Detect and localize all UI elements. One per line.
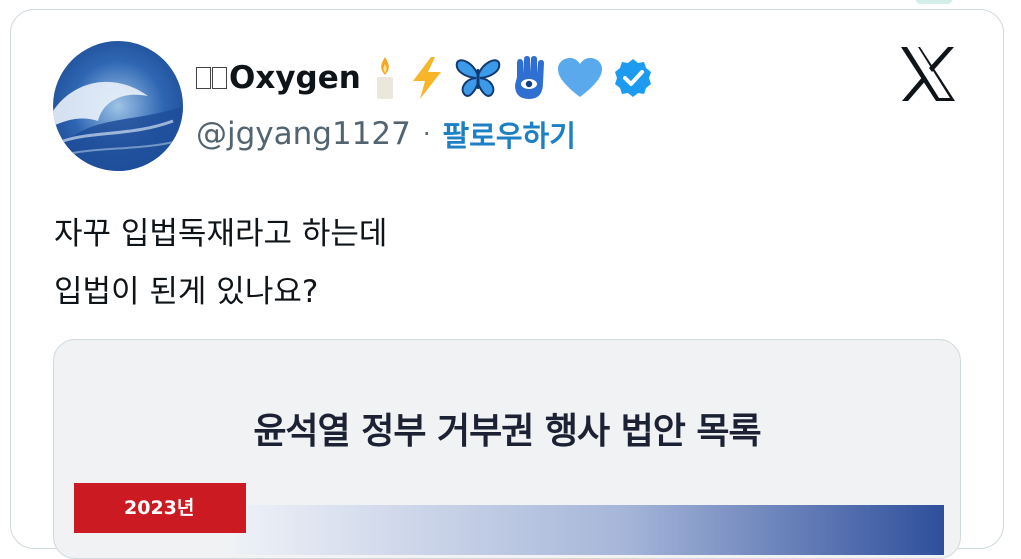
- follow-button[interactable]: 팔로우하기: [443, 113, 576, 155]
- user-handle[interactable]: @jgyang1127: [196, 116, 411, 152]
- image-blue-band: [234, 505, 944, 555]
- butterfly-icon: [455, 57, 501, 99]
- blue-heart-icon: [557, 57, 603, 99]
- separator-dot: ·: [422, 120, 431, 148]
- handle-row: @jgyang1127 · 팔로우하기: [196, 110, 576, 158]
- avatar[interactable]: [53, 41, 183, 171]
- display-name[interactable]: Oxygen: [229, 60, 361, 96]
- tweet-text-line: 입법이 된게 있나요?: [54, 274, 319, 310]
- unrendered-glyphs: [196, 67, 227, 89]
- image-title: 윤석열 정부 거부권 행사 법안 목록: [253, 411, 761, 452]
- tweet-image[interactable]: 윤석열 정부 거부권 행사 법안 목록 2023년: [53, 339, 961, 559]
- tweet-text-line: 자꾸 입법독재라고 하는데: [54, 216, 388, 252]
- hamsa-icon: [511, 55, 547, 101]
- x-logo-icon[interactable]: [898, 44, 958, 104]
- display-name-row[interactable]: Oxygen: [196, 50, 653, 106]
- year-badge: 2023년: [74, 483, 246, 533]
- lightning-icon: [409, 56, 445, 100]
- top-edge-strip: [916, 0, 952, 4]
- tweet-body: 자꾸 입법독재라고 하는데 입법이 된게 있나요?: [54, 205, 387, 321]
- verified-badge-icon: [613, 58, 653, 98]
- candle-icon: [371, 55, 399, 101]
